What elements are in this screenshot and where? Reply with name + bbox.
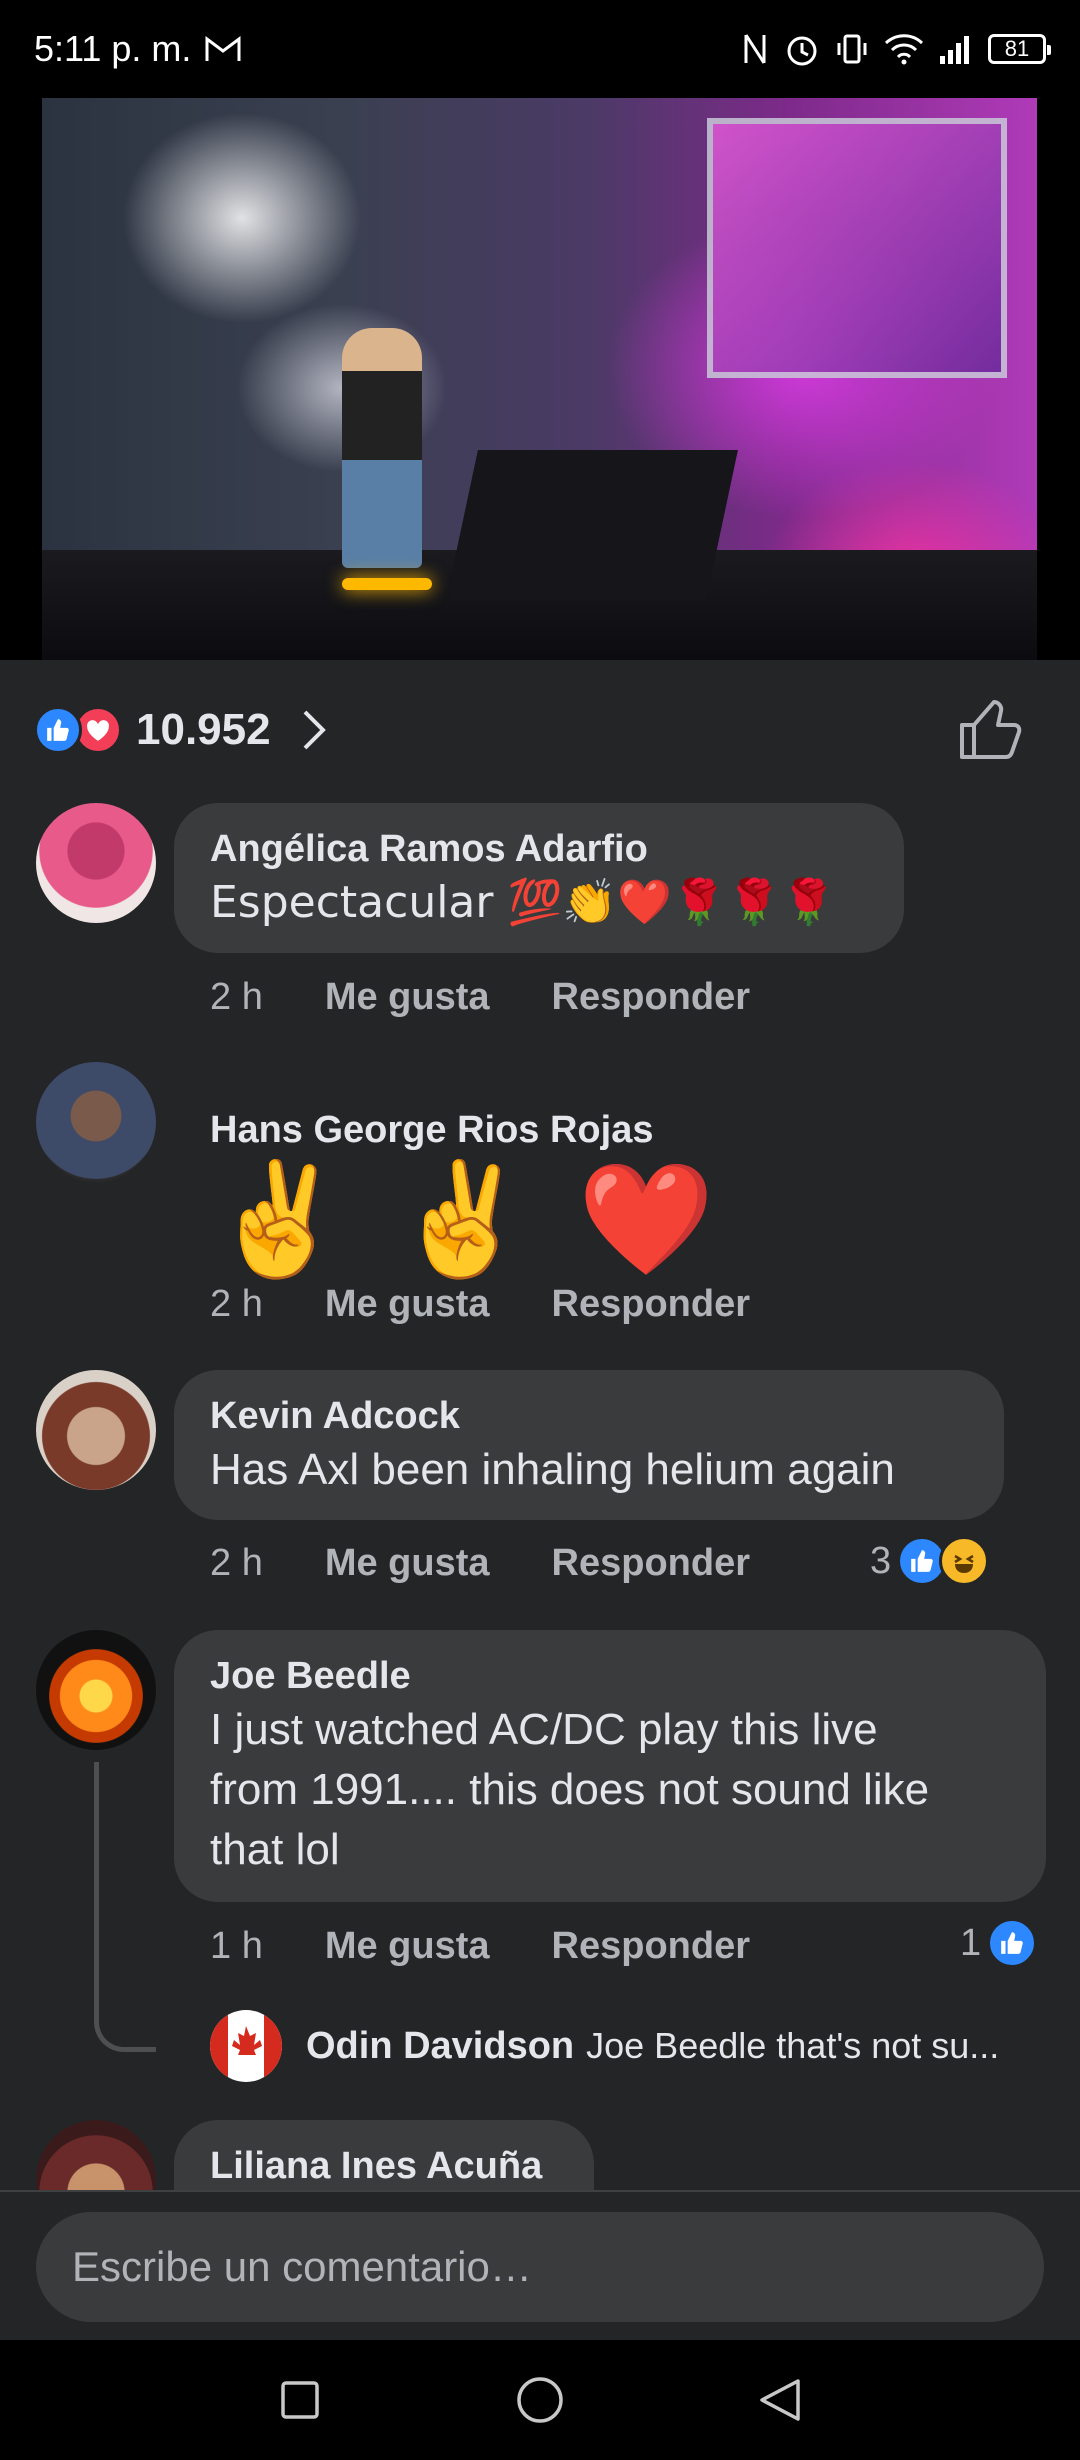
- comment-composer-bar: [0, 2190, 1080, 2340]
- reaction-icons: [34, 706, 122, 754]
- comment-text: Has Axl been inhaling helium again: [210, 1445, 895, 1494]
- reaction-count: 10.952: [136, 705, 271, 754]
- reply-button[interactable]: Responder: [552, 1542, 750, 1585]
- like-reaction-icon: [34, 706, 82, 754]
- comment-text-line: I just watched AC/DC play this live: [210, 1705, 878, 1754]
- comment-author[interactable]: Angélica Ramos Adarfio: [210, 825, 868, 873]
- reply-author[interactable]: Odin Davidson: [306, 2025, 574, 2068]
- comment-actions: 2 h Me gusta Responder: [210, 976, 750, 1019]
- home-circle-icon[interactable]: [500, 2360, 580, 2440]
- comment-actions: 1 h Me gusta Responder: [210, 1925, 750, 1968]
- comment-time: 2 h: [210, 976, 263, 1018]
- comment-reactions[interactable]: 3: [870, 1536, 990, 1586]
- page: 5:11 p. m. 81 10.952 Angélica Ramos Adar…: [0, 0, 1080, 2460]
- stage-light: [342, 578, 432, 590]
- comment-bubble[interactable]: Liliana Ines Acuña: [174, 2120, 594, 2190]
- comment-author[interactable]: Kevin Adcock: [210, 1392, 968, 1440]
- comment-text-line: that lol: [210, 1825, 340, 1874]
- status-time: 5:11 p. m.: [34, 28, 192, 69]
- vibrate-icon: [834, 31, 870, 67]
- recents-square-icon[interactable]: [260, 2360, 340, 2440]
- signal-icon: [938, 34, 974, 64]
- reply-button[interactable]: Responder: [552, 976, 750, 1019]
- reply-thread-line: [94, 1762, 156, 2052]
- like-comment-button[interactable]: Me gusta: [325, 1925, 490, 1968]
- like-comment-button[interactable]: Me gusta: [325, 976, 490, 1019]
- like-button-icon[interactable]: [958, 690, 1022, 770]
- like-comment-button[interactable]: Me gusta: [325, 1283, 490, 1326]
- back-triangle-icon[interactable]: [740, 2360, 820, 2440]
- video-player[interactable]: [0, 98, 1080, 660]
- gmail-icon: [205, 35, 241, 63]
- like-comment-button[interactable]: Me gusta: [325, 1542, 490, 1585]
- comment-text: Espectacular 💯👏❤️🌹🌹🌹: [210, 877, 837, 928]
- reactions-summary[interactable]: 10.952: [0, 690, 1080, 770]
- wifi-icon: [884, 33, 924, 65]
- status-bar: 5:11 p. m. 81: [0, 0, 1080, 98]
- avatar[interactable]: [36, 1370, 156, 1490]
- reply-text: Joe Beedle that's not su...: [586, 2025, 1000, 2066]
- chevron-right-icon[interactable]: [301, 708, 329, 752]
- comment-author[interactable]: Liliana Ines Acuña: [210, 2142, 558, 2190]
- comment-reactions[interactable]: 1: [960, 1918, 1038, 1968]
- like-reaction-icon: [987, 1918, 1038, 1968]
- comment-text-line: from 1991.... this does not sound like: [210, 1765, 930, 1814]
- reply-button[interactable]: Responder: [552, 1283, 750, 1326]
- avatar[interactable]: [36, 1630, 156, 1750]
- reaction-count: 3: [870, 1539, 892, 1582]
- comment-time: 1 h: [210, 1925, 263, 1967]
- comment-bubble[interactable]: Hans George Rios Rojas ✌️ ✌️ ❤️: [174, 1062, 874, 1308]
- reply-preview[interactable]: Odin Davidson Joe Beedle that's not su..…: [210, 2010, 999, 2082]
- comment-bubble[interactable]: Joe Beedle I just watched AC/DC play thi…: [174, 1630, 1046, 1902]
- avatar[interactable]: [36, 2120, 156, 2190]
- comment-bubble[interactable]: Kevin Adcock Has Axl been inhaling heliu…: [174, 1370, 1004, 1520]
- reply-button[interactable]: Responder: [552, 1925, 750, 1968]
- alarm-icon: [784, 31, 820, 67]
- comment-author[interactable]: Joe Beedle: [210, 1652, 1010, 1700]
- comment-clip: Liliana Ines Acuña: [0, 2118, 1080, 2190]
- comment-time: 2 h: [210, 1542, 263, 1584]
- stage-speaker: [446, 450, 738, 600]
- video-frame[interactable]: [42, 98, 1037, 660]
- avatar[interactable]: [210, 2010, 282, 2082]
- comment-input[interactable]: [36, 2212, 1044, 2322]
- nfc-icon: [740, 31, 770, 67]
- comment-emoji: ✌️ ✌️ ❤️: [210, 1155, 721, 1283]
- stage-screen: [707, 118, 1007, 378]
- comment-author[interactable]: Hans George Rios Rojas: [210, 1106, 838, 1154]
- singer-figure: [342, 328, 422, 568]
- comment-actions: 2 h Me gusta Responder: [210, 1283, 750, 1326]
- system-nav-bar: [0, 2340, 1080, 2460]
- haha-reaction-icon: [939, 1536, 990, 1586]
- battery-icon: 81: [988, 34, 1051, 64]
- avatar[interactable]: [36, 1062, 156, 1182]
- avatar[interactable]: [36, 803, 156, 923]
- reaction-count: 1: [960, 1921, 982, 1964]
- comment-actions: 2 h Me gusta Responder: [210, 1542, 750, 1585]
- comment-time: 2 h: [210, 1283, 263, 1325]
- comment-bubble[interactable]: Angélica Ramos Adarfio Espectacular 💯👏❤️…: [174, 803, 904, 953]
